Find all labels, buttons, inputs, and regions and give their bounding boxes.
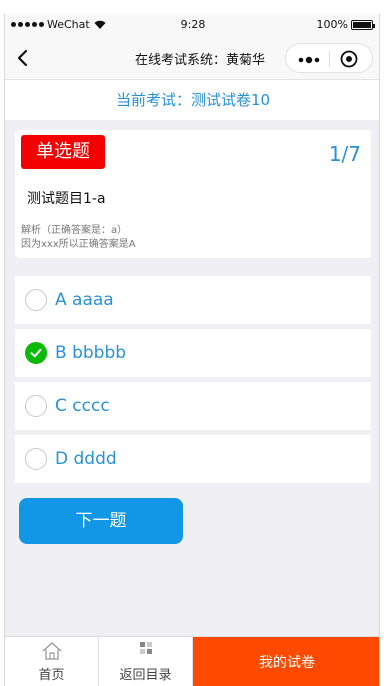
next-question-button[interactable]: 下一题 [19, 498, 183, 544]
tab-bar: 首页 返回目录 我的试卷 [5, 636, 379, 686]
tab-my-papers[interactable]: 我的试卷 [193, 637, 379, 686]
exam-title: 当前考试：测试试卷10 [5, 80, 379, 120]
question-analysis: 解析（正确答案是：a） 因为xxx所以正确答案是A [21, 224, 136, 252]
question-title: 测试题目1-a [27, 191, 106, 207]
status-bar: WeChat 9:28 100% [5, 14, 379, 36]
nav-bar: 在线考试系统：黄菊华 [5, 36, 379, 80]
question-counter: 1/7 [328, 142, 361, 166]
radio-checked-icon[interactable] [25, 342, 47, 364]
tab-catalog[interactable]: 返回目录 [99, 637, 193, 686]
capsule-menu [285, 43, 373, 73]
radio-unchecked-icon[interactable] [25, 448, 47, 470]
option-d[interactable]: D dddd [15, 435, 371, 483]
option-label: D dddd [55, 449, 117, 469]
option-a[interactable]: A aaaa [15, 276, 371, 324]
close-icon[interactable] [340, 50, 358, 68]
battery-percent: 100% [316, 18, 348, 31]
tab-my-papers-label: 我的试卷 [259, 655, 315, 671]
option-label: B bbbbb [55, 343, 127, 363]
analysis-text: 解析（正确答案是：a） [21, 225, 128, 236]
radio-unchecked-icon[interactable] [25, 289, 47, 311]
more-icon[interactable] [296, 52, 322, 66]
option-c[interactable]: C cccc [15, 382, 371, 430]
question-card: 单选题 1/7 测试题目1-a 解析（正确答案是：a） 因为xxx所以正确答案是… [15, 130, 371, 258]
question-type-badge: 单选题 [21, 135, 105, 169]
tab-catalog-label: 返回目录 [119, 668, 172, 683]
nav-title: 在线考试系统：黄菊华 [134, 53, 265, 68]
back-icon[interactable] [13, 48, 33, 68]
option-b[interactable]: B bbbbb [15, 329, 371, 377]
capsule-divider [329, 51, 330, 67]
explanation-text: 因为xxx所以正确答案是A [21, 239, 136, 250]
tab-home-label: 首页 [38, 668, 65, 683]
option-label: A aaaa [55, 290, 114, 310]
phone-frame: WeChat 9:28 100% 在线考试系统：黄菊华 当前考试：测试试卷10 [4, 14, 380, 686]
tab-home[interactable]: 首页 [5, 637, 99, 686]
radio-unchecked-icon[interactable] [25, 395, 47, 417]
option-label: C cccc [55, 396, 110, 416]
catalog-icon [99, 641, 192, 655]
home-icon [5, 641, 98, 661]
battery-info: 100% [316, 18, 375, 31]
battery-icon [351, 19, 375, 30]
